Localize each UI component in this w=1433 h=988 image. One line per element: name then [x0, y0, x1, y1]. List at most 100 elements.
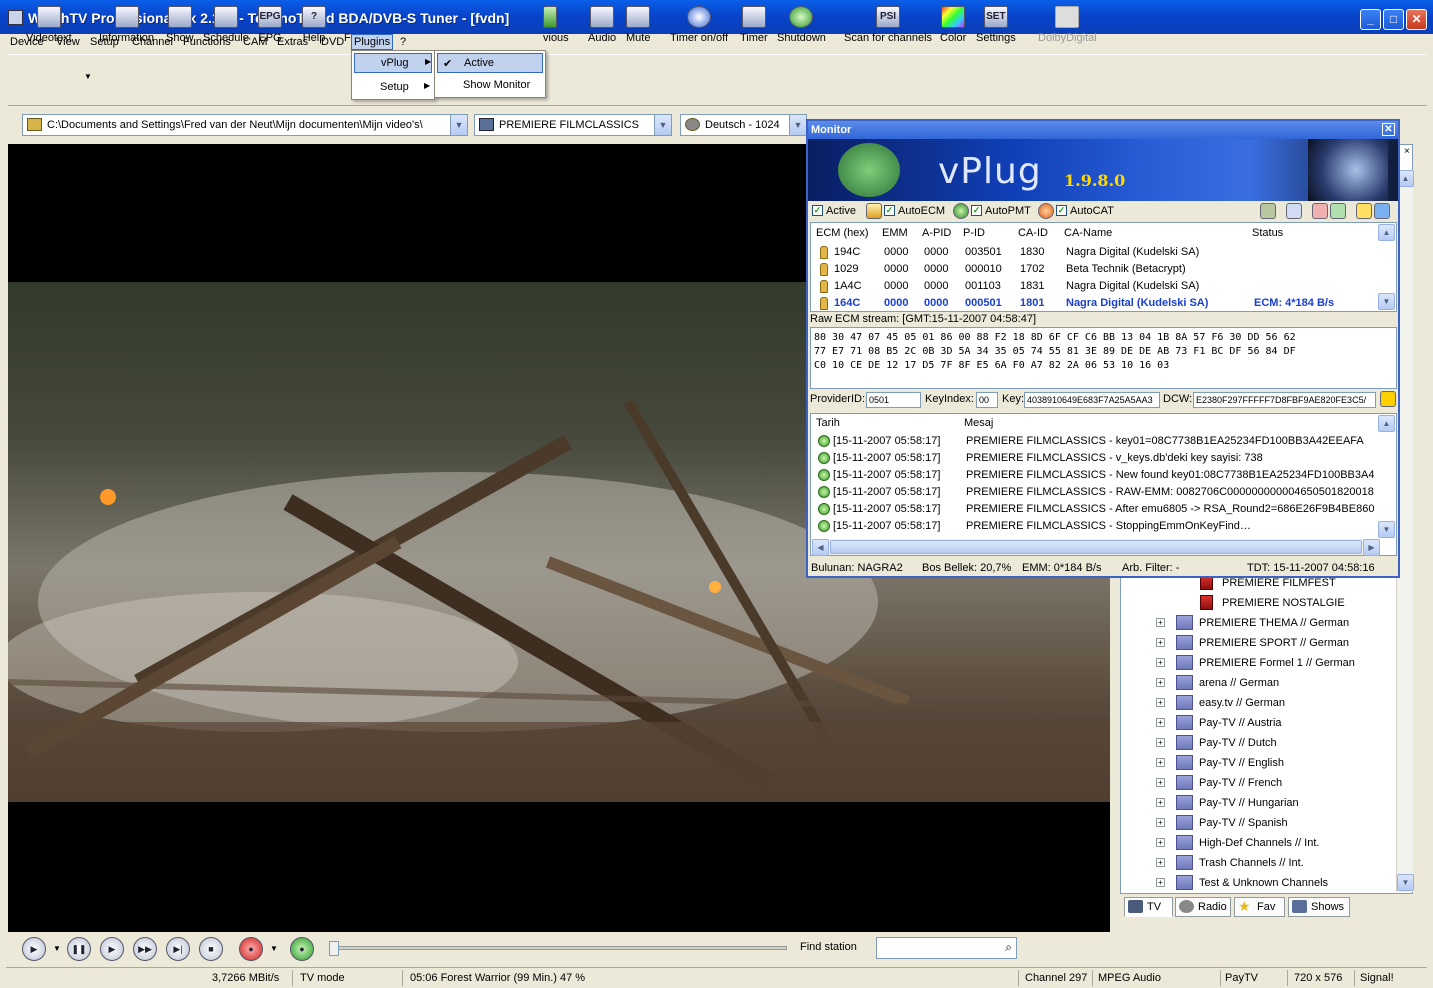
- key-field[interactable]: 4038910649E683F7A25A5AA3: [1024, 392, 1160, 408]
- log-horizontal-scrollbar[interactable]: ◀ ▶: [812, 539, 1380, 556]
- menu-item-setup[interactable]: Setup ▶: [354, 78, 432, 98]
- autoecm-checkbox[interactable]: ✓: [884, 205, 895, 216]
- chevron-right-icon[interactable]: ▶: [1363, 539, 1380, 556]
- expand-icon[interactable]: +: [1156, 858, 1165, 867]
- videotext-button[interactable]: Videotext: [26, 6, 72, 44]
- provider-field[interactable]: 0501: [866, 392, 921, 408]
- ecm-column-header[interactable]: EMM: [882, 227, 908, 239]
- active-checkbox[interactable]: ✓: [812, 205, 823, 216]
- close-icon[interactable]: ×: [1404, 146, 1410, 157]
- tool-icon[interactable]: [1260, 203, 1276, 219]
- epg-button[interactable]: EPG EPG: [258, 6, 282, 44]
- mute-button[interactable]: Mute: [626, 6, 650, 44]
- maximize-button[interactable]: □: [1383, 9, 1404, 30]
- menu-item-show-monitor[interactable]: Show Monitor: [437, 76, 543, 96]
- chevron-down-icon[interactable]: ▼: [450, 115, 467, 135]
- find-station-input[interactable]: ⌕: [876, 937, 1017, 959]
- fast-forward-button[interactable]: ▶▶: [133, 937, 157, 961]
- menu-item-active[interactable]: ✔ Active: [437, 53, 543, 73]
- audio-button[interactable]: Audio: [588, 6, 616, 44]
- live-button[interactable]: ●: [290, 937, 314, 961]
- expand-icon[interactable]: +: [1156, 738, 1165, 747]
- path-combo[interactable]: C:\Documents and Settings\Fred van der N…: [22, 114, 468, 136]
- radiation-icon[interactable]: [1380, 391, 1396, 407]
- chevron-up-icon[interactable]: ▲: [1378, 224, 1395, 241]
- expand-icon[interactable]: +: [1156, 758, 1165, 767]
- dolby-button[interactable]: DolbyDigital: [1038, 6, 1097, 44]
- sun-icon[interactable]: [1356, 203, 1372, 219]
- show-button[interactable]: Show: [166, 6, 194, 44]
- schedule-button[interactable]: Schedule: [203, 6, 249, 44]
- chevron-down-icon[interactable]: ▼: [1397, 874, 1414, 891]
- seek-handle[interactable]: [329, 941, 339, 956]
- shutdown-button[interactable]: Shutdown: [777, 6, 826, 44]
- ecm-column-header[interactable]: P-ID: [963, 227, 985, 239]
- help-button[interactable]: ? Help: [302, 6, 326, 44]
- ecm-column-header[interactable]: CA-ID: [1018, 227, 1048, 239]
- pause-button[interactable]: ❚❚: [67, 937, 91, 961]
- scroll-thumb[interactable]: [830, 540, 1362, 554]
- color-button[interactable]: Color: [940, 6, 966, 44]
- tab-shows[interactable]: Shows: [1288, 897, 1350, 917]
- record-button[interactable]: ●: [239, 937, 263, 961]
- chevron-up-icon[interactable]: ▲: [1378, 415, 1395, 432]
- search-icon[interactable]: ⌕: [1005, 940, 1012, 955]
- chevron-down-icon[interactable]: ▼: [84, 72, 92, 81]
- expand-icon[interactable]: +: [1156, 798, 1165, 807]
- timer-button[interactable]: Timer: [740, 6, 768, 44]
- minimize-button[interactable]: _: [1360, 9, 1381, 30]
- expand-icon[interactable]: +: [1156, 818, 1165, 827]
- edit-green-icon[interactable]: [1330, 203, 1346, 219]
- menu-help[interactable]: ?: [400, 36, 406, 48]
- chevron-down-icon[interactable]: ▼: [654, 115, 671, 135]
- keyindex-field[interactable]: 00: [976, 392, 998, 408]
- tab-radio[interactable]: Radio: [1175, 897, 1231, 917]
- monitor-window[interactable]: Monitor ✕ vPlug 1.9.8.0 ✓ Active ✓ AutoE…: [806, 119, 1400, 578]
- close-icon[interactable]: ✕: [1382, 123, 1395, 136]
- scan-button[interactable]: PSI Scan for channels: [844, 6, 932, 44]
- expand-icon[interactable]: +: [1156, 658, 1165, 667]
- ecm-column-header[interactable]: Status: [1252, 227, 1283, 239]
- monitor-title-bar[interactable]: Monitor ✕: [808, 121, 1398, 139]
- menu-item-vplug[interactable]: vPlug ▶: [354, 53, 432, 73]
- close-button[interactable]: ✕: [1406, 9, 1427, 30]
- expand-icon[interactable]: +: [1156, 618, 1165, 627]
- chevron-down-icon[interactable]: ▼: [1378, 293, 1395, 310]
- expand-icon[interactable]: +: [1156, 878, 1165, 887]
- chevron-down-icon[interactable]: ▼: [789, 115, 806, 135]
- channel-combo[interactable]: PREMIERE FILMCLASSICS ▼: [474, 114, 672, 136]
- autocat-checkbox[interactable]: ✓: [1056, 205, 1067, 216]
- forward-button[interactable]: ▶: [100, 937, 124, 961]
- previous-button[interactable]: vious: [543, 6, 569, 44]
- log-column-header[interactable]: Mesaj: [964, 417, 993, 429]
- expand-icon[interactable]: +: [1156, 718, 1165, 727]
- expand-icon[interactable]: +: [1156, 778, 1165, 787]
- seek-slider[interactable]: [329, 941, 787, 956]
- dcw-field[interactable]: E2380F297FFFFF7D8FBF9AE820FE3C5/: [1193, 392, 1376, 408]
- expand-icon[interactable]: +: [1156, 678, 1165, 687]
- tab-fav[interactable]: ★ Fav: [1234, 897, 1285, 917]
- hidden-button[interactable]: F: [344, 32, 351, 44]
- log-column-header[interactable]: Tarih: [816, 417, 840, 429]
- save-icon[interactable]: [1374, 203, 1390, 219]
- next-button[interactable]: ▶|: [166, 937, 190, 961]
- information-button[interactable]: Information: [99, 6, 154, 44]
- chevron-down-icon[interactable]: ▼: [270, 944, 278, 953]
- ecm-column-header[interactable]: ECM (hex): [816, 227, 869, 239]
- timer-onoff-button[interactable]: Timer on/off: [670, 6, 728, 44]
- ecm-column-header[interactable]: A-PID: [922, 227, 951, 239]
- expand-icon[interactable]: +: [1156, 638, 1165, 647]
- expand-icon[interactable]: +: [1156, 838, 1165, 847]
- chevron-left-icon[interactable]: ◀: [812, 539, 829, 556]
- autopmt-checkbox[interactable]: ✓: [971, 205, 982, 216]
- ecm-column-header[interactable]: CA-Name: [1064, 227, 1112, 239]
- expand-icon[interactable]: +: [1156, 698, 1165, 707]
- stop-button[interactable]: ■: [199, 937, 223, 961]
- settings-button[interactable]: SET Settings: [976, 6, 1016, 44]
- chevron-down-icon[interactable]: ▼: [1378, 521, 1395, 538]
- audio-combo[interactable]: Deutsch - 1024 ▼: [680, 114, 807, 136]
- tab-tv[interactable]: TV: [1124, 897, 1173, 917]
- refresh-icon[interactable]: [1286, 203, 1302, 219]
- chevron-down-icon[interactable]: ▼: [53, 944, 61, 953]
- play-button[interactable]: ▶: [22, 937, 46, 961]
